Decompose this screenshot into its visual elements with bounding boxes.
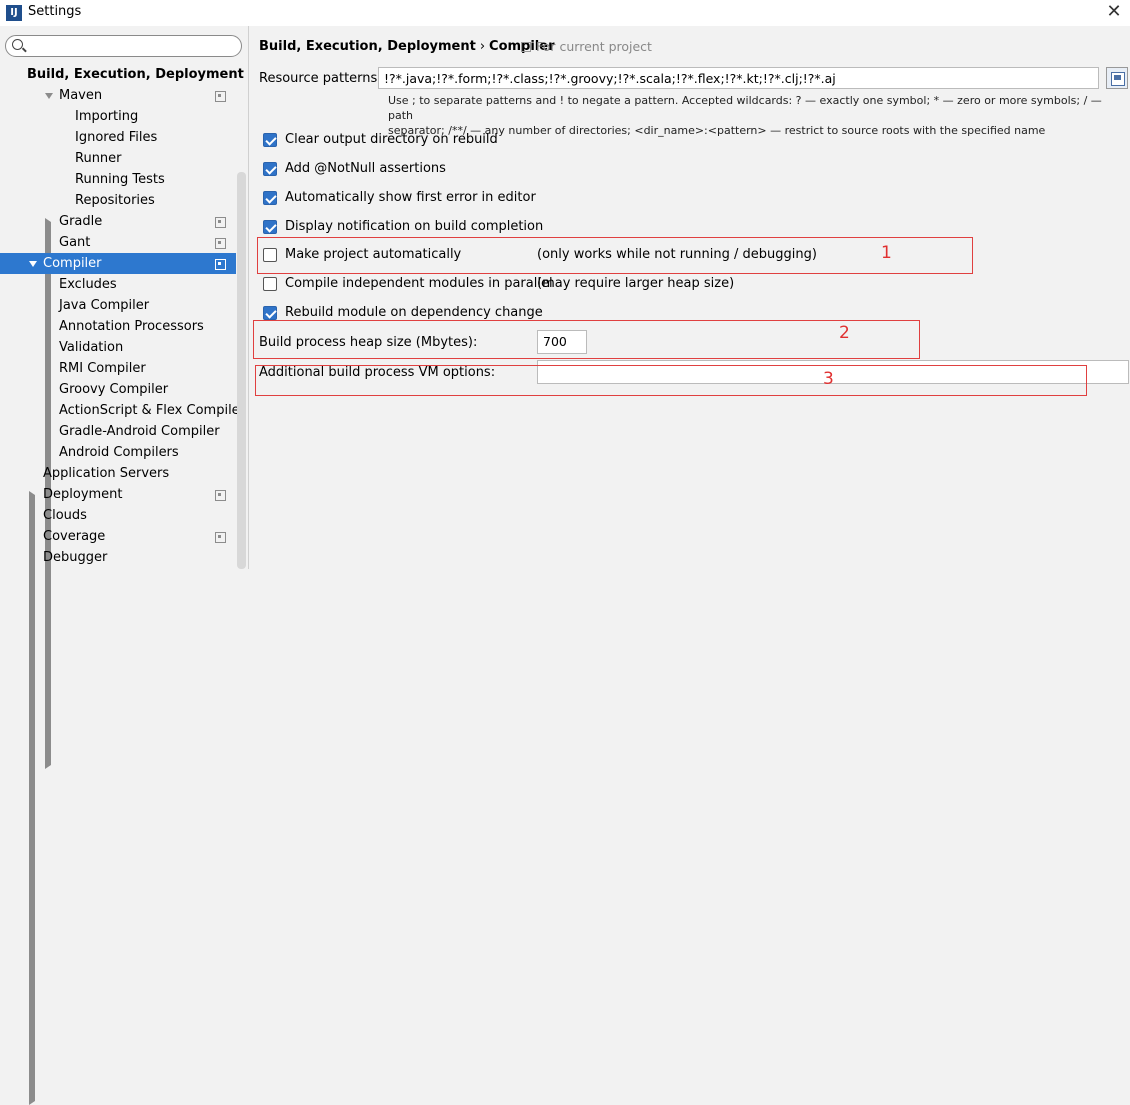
tree-item-label: Debugger bbox=[43, 550, 108, 565]
annotation-box-2 bbox=[253, 320, 920, 359]
checkbox-checked[interactable] bbox=[263, 306, 277, 320]
tree-item-running-tests[interactable]: Running Tests bbox=[0, 169, 236, 190]
tree-item-label: Gradle-Android Compiler bbox=[59, 424, 220, 439]
tree-item-label: Application Servers bbox=[43, 466, 170, 481]
expand-arrow-right-icon[interactable] bbox=[29, 554, 916, 1105]
annotation-number-1: 1 bbox=[881, 243, 892, 263]
annotation-number-2: 2 bbox=[839, 323, 850, 343]
option-label: Clear output directory on rebuild bbox=[285, 132, 498, 147]
resource-patterns-label: Resource patterns: bbox=[259, 71, 382, 86]
option-label: Compile independent modules in parallel bbox=[285, 276, 553, 291]
project-scope-icon bbox=[215, 238, 226, 249]
tree-item-label: Android Compilers bbox=[59, 445, 179, 460]
checkbox-checked[interactable] bbox=[263, 133, 277, 147]
checkbox-checked[interactable] bbox=[263, 162, 277, 176]
tree-item-gradle[interactable]: Gradle bbox=[0, 211, 236, 769]
tree-item-label: RMI Compiler bbox=[59, 361, 146, 376]
tree-item-label: Groovy Compiler bbox=[59, 382, 169, 397]
compiler-settings-panel: Build, Execution, Deployment › Compiler Fo… bbox=[249, 26, 1130, 569]
window-title: Settings bbox=[28, 4, 82, 19]
expand-field-icon[interactable] bbox=[1106, 67, 1128, 89]
tree-item-clouds[interactable]: Clouds bbox=[0, 505, 236, 526]
tree-item-label: Repositories bbox=[75, 193, 155, 208]
tree-item-label: Clouds bbox=[43, 508, 87, 523]
breadcrumb-separator: › bbox=[479, 39, 486, 54]
option-label: Display notification on build completion bbox=[285, 219, 544, 234]
title-bar: IJ Settings ✕ bbox=[0, 0, 1130, 26]
tree-item-gant[interactable]: Gant bbox=[0, 232, 236, 253]
tree-item-android-compilers[interactable]: Android Compilers bbox=[0, 442, 236, 463]
tree-item-annotation-processors[interactable]: Annotation Processors bbox=[0, 316, 236, 337]
tree-item-label: Gradle bbox=[59, 214, 103, 229]
for-current-project-note: For current project bbox=[521, 39, 652, 54]
tree-item-label: Maven bbox=[59, 88, 103, 103]
tree-item-label: Gant bbox=[59, 235, 91, 250]
resource-patterns-input[interactable]: !?*.java;!?*.form;!?*.class;!?*.groovy;!… bbox=[378, 67, 1099, 89]
tree-item-label: Deployment bbox=[43, 487, 123, 502]
tree-item-actionscript-flex-compiler[interactable]: ActionScript & Flex Compiler bbox=[0, 400, 245, 421]
checkbox-checked[interactable] bbox=[263, 191, 277, 205]
expand-arrow-down-icon[interactable] bbox=[45, 93, 53, 99]
project-scope-icon bbox=[215, 217, 226, 228]
project-scope-icon bbox=[521, 42, 531, 52]
breadcrumb-section: Build, Execution, Deployment bbox=[259, 39, 476, 54]
annotation-number-3: 3 bbox=[823, 369, 834, 389]
tree-item-build-execution-deployment[interactable]: Build, Execution, Deployment bbox=[0, 64, 244, 85]
tree-item-rmi-compiler[interactable]: RMI Compiler bbox=[0, 358, 236, 379]
tree-item-excludes[interactable]: Excludes bbox=[0, 274, 236, 295]
tree-item-maven[interactable]: Maven bbox=[0, 85, 236, 106]
project-scope-icon bbox=[215, 532, 226, 543]
close-icon[interactable]: ✕ bbox=[1104, 0, 1124, 24]
tree-item-label: ActionScript & Flex Compiler bbox=[59, 403, 246, 418]
tree-item-label: Importing bbox=[75, 109, 139, 124]
sidebar-scrollbar[interactable] bbox=[237, 172, 246, 569]
search-box[interactable] bbox=[5, 35, 242, 57]
intellij-app-icon: IJ bbox=[6, 5, 22, 21]
tree-item-deployment[interactable]: Deployment bbox=[0, 484, 236, 1042]
tree-item-label: Java Compiler bbox=[59, 298, 150, 313]
tree-item-application-servers[interactable]: Application Servers bbox=[0, 463, 236, 484]
settings-tree: Build, Execution, Deployment Maven Importi… bbox=[0, 64, 245, 1105]
tree-item-repositories[interactable]: Repositories bbox=[0, 190, 236, 211]
tree-item-label: Annotation Processors bbox=[59, 319, 204, 334]
checkbox-checked[interactable] bbox=[263, 220, 277, 234]
tree-item-label: Runner bbox=[75, 151, 122, 166]
project-scope-icon bbox=[215, 259, 226, 270]
tree-item-debugger[interactable]: Debugger bbox=[0, 547, 236, 1105]
tree-item-importing[interactable]: Importing bbox=[0, 106, 236, 127]
tree-item-validation[interactable]: Validation bbox=[0, 337, 236, 358]
project-scope-icon bbox=[215, 490, 226, 501]
tree-item-java-compiler[interactable]: Java Compiler bbox=[0, 295, 236, 316]
for-current-project-label: For current project bbox=[536, 39, 652, 54]
tree-item-label: Running Tests bbox=[75, 172, 165, 187]
expand-arrow-down-icon[interactable] bbox=[29, 261, 37, 267]
option-label: Automatically show first error in editor bbox=[285, 190, 536, 205]
checkbox-unchecked[interactable] bbox=[263, 277, 277, 291]
tree-item-coverage[interactable]: Coverage bbox=[0, 526, 236, 547]
tree-item-label: Ignored Files bbox=[75, 130, 158, 145]
option-note: (may require larger heap size) bbox=[537, 276, 735, 291]
annotation-box-3 bbox=[255, 365, 1087, 396]
tree-item-runner[interactable]: Runner bbox=[0, 148, 236, 169]
tree-item-label: Build, Execution, Deployment bbox=[27, 67, 244, 82]
option-label: Add @NotNull assertions bbox=[285, 161, 446, 176]
search-icon bbox=[12, 39, 23, 50]
tree-item-label: Excludes bbox=[59, 277, 117, 292]
tree-item-compiler[interactable]: Compiler bbox=[0, 253, 236, 274]
tree-item-label: Compiler bbox=[43, 256, 102, 271]
tree-item-gradle-android-compiler[interactable]: Gradle-Android Compiler bbox=[0, 421, 236, 442]
search-input[interactable] bbox=[28, 38, 237, 55]
tree-item-label: Coverage bbox=[43, 529, 106, 544]
tree-item-groovy-compiler[interactable]: Groovy Compiler bbox=[0, 379, 236, 400]
settings-sidebar: Build, Execution, Deployment Maven Importi… bbox=[0, 26, 249, 1105]
hint-line-1: Use ; to separate patterns and ! to nega… bbox=[388, 94, 1102, 122]
tree-item-label: Validation bbox=[59, 340, 124, 355]
annotation-box-1 bbox=[257, 237, 973, 274]
tree-item-ignored-files[interactable]: Ignored Files bbox=[0, 127, 236, 148]
breadcrumb: Build, Execution, Deployment › Compiler bbox=[259, 39, 555, 54]
project-scope-icon bbox=[215, 91, 226, 102]
